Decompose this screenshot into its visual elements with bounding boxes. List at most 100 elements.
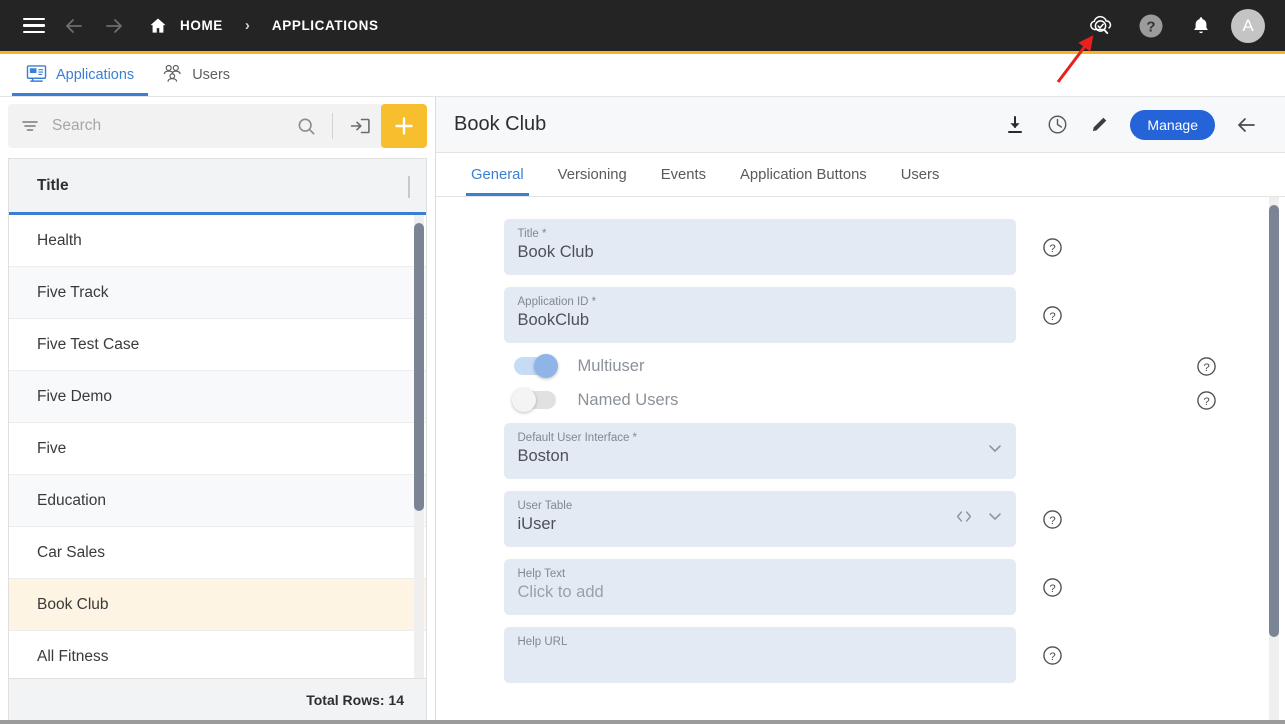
table-row-title: Car Sales — [37, 543, 106, 561]
tab-applications-label: Applications — [56, 67, 135, 83]
tab-label: Versioning — [557, 166, 627, 183]
bottom-strip — [0, 720, 1285, 724]
table-row[interactable]: Five Demo — [9, 371, 426, 423]
field-label: Default User Interface * — [517, 432, 638, 444]
page-title: Book Club — [454, 113, 547, 135]
table-row[interactable]: Car Sales — [9, 527, 426, 579]
field-help-text[interactable]: Help Text Click to add — [503, 559, 1016, 615]
top-bar-actions: ? A — [1081, 6, 1271, 46]
tab-users[interactable]: Users — [884, 153, 957, 196]
arrow-right-icon[interactable] — [94, 6, 134, 46]
breadcrumb-item-home[interactable]: HOME — [172, 18, 231, 33]
field-value: BookClub — [517, 311, 590, 329]
avatar[interactable]: A — [1231, 8, 1265, 43]
toggle-label: Multiuser — [577, 356, 645, 375]
field-value: Boston — [517, 447, 569, 465]
svg-text:?: ? — [1049, 650, 1055, 662]
filter-icon[interactable] — [8, 115, 52, 137]
table-row[interactable]: Health — [9, 215, 426, 267]
help-icon-spacer — [1042, 440, 1064, 462]
field-help-url[interactable]: Help URL — [503, 627, 1016, 683]
arrow-left-back-icon[interactable] — [1227, 106, 1265, 144]
list-scrollbar-thumb[interactable] — [414, 223, 424, 511]
toggle-knob — [511, 388, 536, 412]
table-row[interactable]: Five — [9, 423, 426, 475]
record-header: Book Club Manage — [436, 97, 1285, 153]
field-default-user-interface[interactable]: Default User Interface * Boston — [503, 423, 1016, 479]
tab-users[interactable]: Users — [148, 54, 244, 96]
field-user-table[interactable]: User Table iUser — [503, 491, 1016, 547]
manage-button[interactable]: Manage — [1130, 109, 1215, 140]
form-scrollbar-thumb[interactable] — [1269, 205, 1279, 637]
search-icon[interactable] — [286, 116, 326, 137]
users-group-icon — [162, 64, 183, 87]
grid-column-header-title[interactable]: Title — [37, 177, 69, 195]
svg-text:?: ? — [1049, 310, 1055, 322]
toggle-multiuser[interactable] — [513, 354, 558, 378]
field-value: Click to add — [517, 583, 604, 601]
grid-footer-total-rows: Total Rows: 14 — [9, 678, 426, 720]
tab-label: Application Buttons — [740, 166, 867, 183]
history-clock-icon[interactable] — [1038, 106, 1076, 144]
chevron-down-icon[interactable] — [986, 508, 1004, 531]
import-arrow-into-box-icon[interactable] — [339, 115, 381, 137]
help-circle-icon[interactable]: ? — [1042, 644, 1064, 666]
table-row[interactable]: All Fitness — [9, 631, 426, 678]
table-row[interactable]: Five Test Case — [9, 319, 426, 371]
edit-pencil-icon[interactable] — [1080, 106, 1118, 144]
main-body: Title Health Five Track Five Test Case Five… — [0, 97, 1285, 720]
table-row-title: Five Track — [37, 283, 109, 301]
tab-events[interactable]: Events — [644, 153, 723, 196]
svg-text:?: ? — [1049, 582, 1055, 594]
record-tab-bar: General Versioning Events Application Butto… — [436, 153, 1285, 197]
download-icon[interactable] — [996, 106, 1034, 144]
help-circle-icon[interactable]: ? — [1042, 508, 1064, 530]
table-row-title: All Fitness — [37, 647, 109, 665]
table-row-title: Book Club — [37, 595, 109, 613]
breadcrumb-item-applications[interactable]: APPLICATIONS — [264, 18, 387, 33]
toggle-label: Named Users — [577, 390, 679, 409]
field-trailing-icons — [954, 508, 1004, 531]
field-row-help-url: Help URL? — [503, 627, 1218, 683]
hamburger-menu-icon[interactable] — [14, 6, 54, 46]
field-trailing-icons — [986, 440, 1004, 463]
help-circle-icon[interactable]: ? — [1042, 236, 1064, 258]
field-title[interactable]: Title * Book Club — [503, 219, 1016, 275]
toggle-named-users[interactable] — [511, 388, 556, 412]
tab-applications[interactable]: Applications — [12, 54, 149, 96]
field-label: Application ID * — [517, 296, 597, 308]
help-circle-icon[interactable]: ? — [1196, 389, 1218, 411]
cloud-check-search-icon[interactable] — [1081, 6, 1121, 46]
general-form: Title * Book Club? Application ID * BookClu… — [436, 197, 1285, 720]
search-input[interactable] — [52, 117, 286, 135]
breadcrumb: HOME › APPLICATIONS — [148, 16, 387, 36]
table-row-title: Health — [37, 231, 82, 249]
notification-bell-icon[interactable] — [1181, 6, 1221, 46]
help-circle-icon[interactable]: ? — [1196, 355, 1218, 377]
tab-versioning[interactable]: Versioning — [541, 153, 644, 196]
help-circle-icon[interactable]: ? — [1042, 576, 1064, 598]
help-circle-icon[interactable]: ? — [1042, 304, 1064, 326]
field-row-help-text: Help Text Click to add? — [503, 559, 1218, 615]
help-circle-icon[interactable]: ? — [1131, 6, 1171, 46]
tab-label: Users — [900, 166, 940, 183]
tab-general[interactable]: General — [454, 153, 541, 196]
table-row[interactable]: Five Track — [9, 267, 426, 319]
home-icon — [148, 16, 168, 36]
chevron-down-icon[interactable] — [986, 440, 1004, 463]
code-brackets-icon[interactable] — [954, 509, 974, 530]
column-resize-handle[interactable] — [408, 176, 410, 198]
table-row-title: Five Demo — [37, 387, 112, 405]
add-application-button[interactable] — [381, 104, 427, 148]
toolbar-divider — [332, 113, 333, 139]
field-row-multiuser: Multiuser? — [504, 354, 1218, 378]
field-row-title: Title * Book Club? — [503, 219, 1218, 275]
field-application-id[interactable]: Application ID * BookClub — [503, 287, 1016, 343]
arrow-left-icon[interactable] — [54, 6, 94, 46]
tab-application-buttons[interactable]: Application Buttons — [723, 153, 884, 196]
toggle-knob — [533, 354, 558, 378]
monitor-application-icon — [26, 64, 47, 87]
table-row[interactable]: Education — [9, 475, 426, 527]
table-row[interactable]: Book Club — [9, 579, 426, 631]
field-row-named-users: Named Users? — [504, 388, 1218, 412]
